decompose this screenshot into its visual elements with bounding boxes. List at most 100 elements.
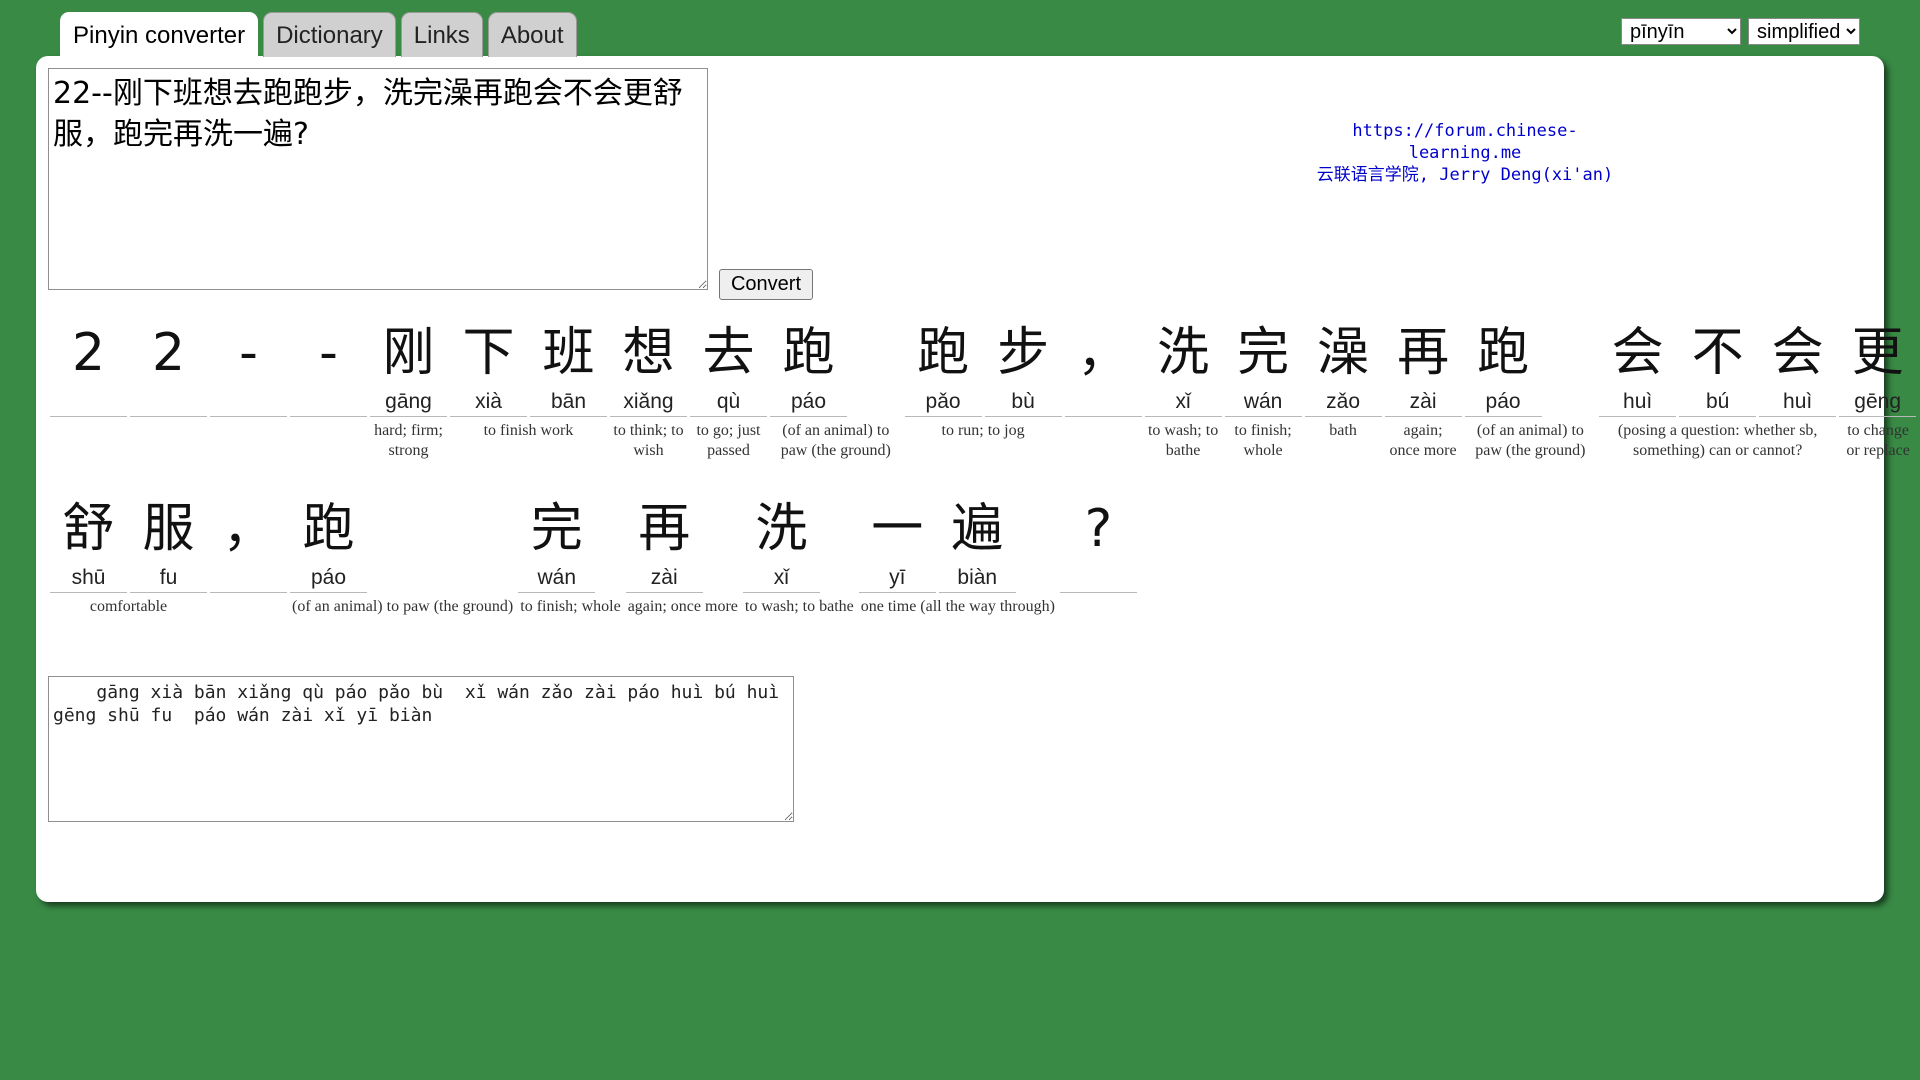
pinyin: bù bbox=[984, 388, 1062, 417]
pinyin bbox=[210, 388, 287, 417]
word-chars: 澡 zǎo bbox=[1304, 318, 1382, 417]
word-block: 一 yī 遍 biàn one time (all the way through) bbox=[858, 494, 1057, 617]
syllable: 不 bú bbox=[1679, 318, 1757, 417]
word-block: 刚 gāng hard; firm; strong bbox=[370, 318, 447, 461]
word-block: 会 huì 不 bú 会 huì (posing a question: whether s… bbox=[1599, 318, 1837, 461]
definition: to change or replace bbox=[1846, 422, 1910, 459]
hanzi: 去 bbox=[702, 323, 755, 383]
pinyin: bú bbox=[1679, 388, 1757, 417]
pinyin-format-select[interactable]: pīnyīn bbox=[1621, 18, 1741, 45]
pinyin: huì bbox=[1759, 388, 1837, 417]
credits-author: 云联语言学院, Jerry Deng(xi'an) bbox=[1316, 165, 1614, 185]
word-chars: - bbox=[290, 318, 367, 417]
word-chars: 再 zài bbox=[625, 494, 740, 593]
definition: again; once more bbox=[627, 598, 738, 615]
definition: (of an animal) to paw (the ground) bbox=[1475, 422, 1586, 459]
pinyin: qù bbox=[690, 388, 767, 417]
definition bbox=[130, 417, 207, 421]
pinyin bbox=[1059, 564, 1137, 593]
hanzi: 再 bbox=[1397, 323, 1450, 383]
word-chars: 2 bbox=[50, 318, 127, 417]
pinyin: huì bbox=[1599, 388, 1677, 417]
tab-dictionary[interactable]: Dictionary bbox=[263, 12, 396, 57]
word-block: 2 bbox=[130, 318, 207, 421]
word-chars: ? bbox=[1059, 494, 1137, 593]
syllable: 遍 biàn bbox=[938, 494, 1016, 593]
charset-select[interactable]: simplified bbox=[1748, 18, 1860, 45]
hanzi: 跑 bbox=[917, 323, 970, 383]
pinyin: pǎo bbox=[904, 388, 982, 417]
word-chars: 再 zài bbox=[1384, 318, 1462, 417]
definition: to wash; to bathe bbox=[1147, 422, 1219, 459]
definition bbox=[290, 417, 367, 421]
definition: (of an animal) to paw (the ground) bbox=[780, 422, 891, 459]
word-block: 澡 zǎo bath bbox=[1304, 318, 1382, 441]
pinyin: wán bbox=[518, 564, 596, 593]
syllable: 再 zài bbox=[625, 494, 703, 593]
syllable: 更 gēng bbox=[1839, 318, 1917, 417]
pinyin: xiǎng bbox=[610, 388, 687, 417]
hanzi: 想 bbox=[622, 323, 675, 383]
syllable: - bbox=[210, 318, 287, 417]
pinyin: fu bbox=[130, 564, 207, 593]
word-block: 更 gēng to change or replace bbox=[1839, 318, 1917, 461]
word-block: 想 xiǎng to think; to wish bbox=[610, 318, 687, 461]
word-chars: 2 bbox=[130, 318, 207, 417]
word-chars: ， bbox=[1064, 318, 1142, 417]
chinese-input[interactable]: 22--刚下班想去跑跑步，洗完澡再跑会不会更舒服，跑完再洗一遍? bbox=[48, 68, 708, 290]
hanzi: 更 bbox=[1851, 323, 1904, 383]
syllable: 会 huì bbox=[1599, 318, 1677, 417]
hanzi: 跑 bbox=[1477, 323, 1530, 383]
definition: bath bbox=[1329, 422, 1357, 439]
forum-link[interactable]: https://forum.chinese-learning.me bbox=[1300, 120, 1630, 164]
hanzi: ， bbox=[1077, 323, 1130, 383]
word-chars: 一 yī 遍 biàn bbox=[858, 494, 1057, 593]
hanzi: ， bbox=[222, 499, 275, 559]
definition: one time (all the way through) bbox=[860, 598, 1055, 615]
definition: to go; just passed bbox=[696, 422, 761, 459]
word-block: ， bbox=[1064, 318, 1142, 421]
pinyin bbox=[130, 388, 207, 417]
syllable: 2 bbox=[50, 318, 127, 417]
tab-about[interactable]: About bbox=[487, 12, 577, 57]
pinyin: gēng bbox=[1839, 388, 1917, 417]
word-chars: 完 wán bbox=[1224, 318, 1302, 417]
syllable: 服 fu bbox=[130, 494, 207, 593]
option-selects: pīnyīn simplified bbox=[1621, 18, 1860, 45]
hanzi: 舒 bbox=[62, 499, 115, 559]
word-block: 洗 xǐ to wash; to bathe bbox=[1144, 318, 1222, 461]
word-block: - bbox=[290, 318, 367, 421]
word-chars: 完 wán bbox=[518, 494, 622, 593]
syllable: ， bbox=[210, 494, 287, 593]
pinyin-output[interactable]: gāng xià bān xiǎng qù páo pǎo bù xǐ wán … bbox=[48, 676, 794, 822]
tab-links[interactable]: Links bbox=[400, 12, 483, 57]
word-block: 去 qù to go; just passed bbox=[690, 318, 767, 461]
pinyin: wán bbox=[1224, 388, 1302, 417]
syllable: 会 huì bbox=[1759, 318, 1837, 417]
word-block: 跑 páo (of an animal) to paw (the ground) bbox=[770, 318, 902, 461]
syllable: 2 bbox=[130, 318, 207, 417]
syllable: 洗 xǐ bbox=[1144, 318, 1222, 417]
syllable: 澡 zǎo bbox=[1304, 318, 1382, 417]
hanzi: ? bbox=[1084, 499, 1113, 559]
pinyin: páo bbox=[1464, 388, 1542, 417]
word-block: ， bbox=[210, 494, 287, 597]
hanzi: 会 bbox=[1771, 323, 1824, 383]
syllable: ， bbox=[1064, 318, 1142, 417]
convert-button[interactable]: Convert bbox=[719, 269, 813, 300]
syllable: 完 wán bbox=[518, 494, 596, 593]
definition: to finish work bbox=[483, 422, 574, 439]
word-chars: - bbox=[210, 318, 287, 417]
word-chars: 跑 páo bbox=[290, 494, 515, 593]
hanzi: 完 bbox=[1237, 323, 1290, 383]
hanzi: 步 bbox=[997, 323, 1050, 383]
syllable: 跑 páo bbox=[1464, 318, 1542, 417]
hanzi: 会 bbox=[1611, 323, 1664, 383]
hanzi: 班 bbox=[542, 323, 595, 383]
pinyin: gāng bbox=[370, 388, 447, 417]
pinyin: yī bbox=[858, 564, 936, 593]
pinyin: bān bbox=[530, 388, 607, 417]
hanzi: 下 bbox=[462, 323, 515, 383]
tab-pinyin-converter[interactable]: Pinyin converter bbox=[60, 12, 259, 59]
definition: to finish; whole bbox=[1234, 422, 1292, 459]
